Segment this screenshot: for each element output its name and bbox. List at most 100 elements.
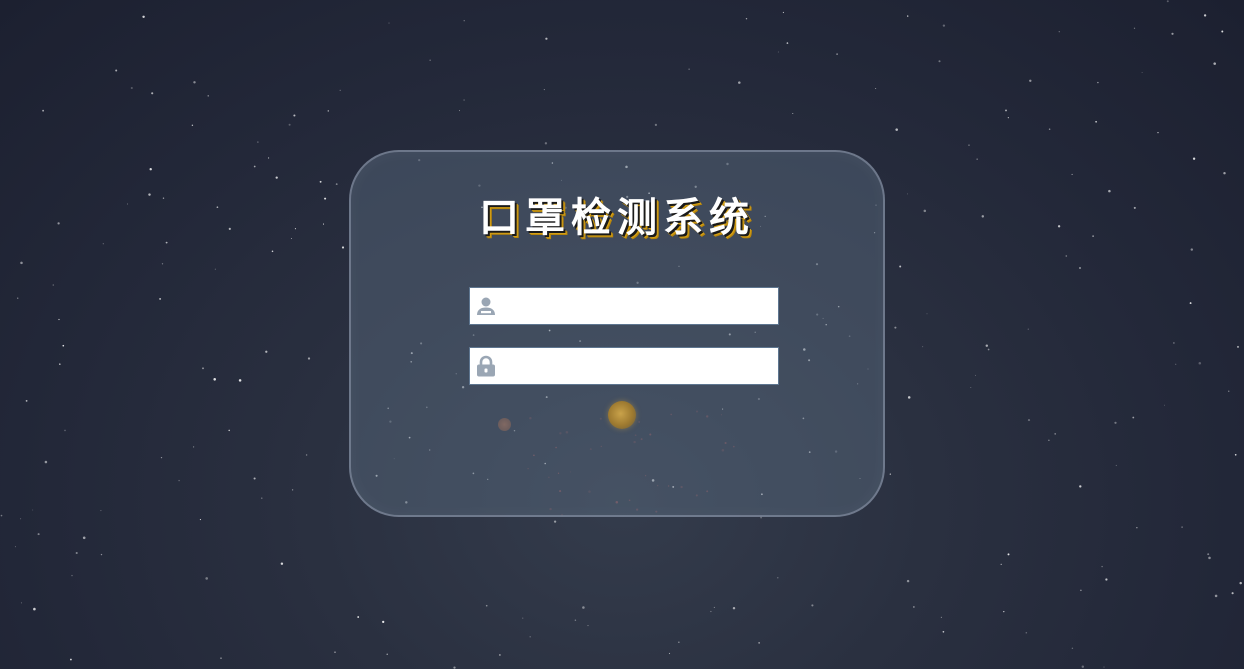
star	[738, 81, 741, 84]
star	[1114, 421, 1117, 424]
star	[543, 89, 545, 91]
star	[334, 651, 336, 653]
star	[1132, 416, 1135, 419]
star	[811, 604, 814, 607]
star	[1027, 419, 1031, 422]
star	[777, 51, 779, 53]
star	[1005, 109, 1007, 112]
star	[458, 110, 461, 112]
star	[786, 42, 789, 44]
star	[1171, 32, 1174, 35]
star	[142, 15, 145, 19]
star	[1223, 171, 1226, 175]
star	[453, 666, 456, 669]
star	[193, 81, 196, 84]
star	[291, 489, 294, 491]
star	[1234, 453, 1237, 456]
username-input[interactable]	[502, 288, 772, 324]
star	[149, 168, 152, 171]
star	[59, 363, 61, 365]
star	[1115, 464, 1117, 467]
app-title: 口罩检测系统	[479, 195, 755, 241]
star	[268, 157, 270, 159]
star	[499, 654, 501, 656]
star	[339, 89, 341, 91]
star	[151, 92, 154, 95]
star	[82, 536, 86, 540]
star	[429, 59, 431, 61]
star	[25, 399, 28, 402]
star	[1003, 611, 1005, 613]
star	[1097, 81, 1099, 84]
star	[33, 607, 36, 611]
star	[193, 446, 195, 448]
star	[574, 619, 577, 621]
star	[199, 519, 201, 521]
star	[1079, 267, 1081, 269]
star	[745, 18, 748, 20]
star	[305, 454, 308, 456]
star	[1071, 647, 1074, 649]
star	[1192, 157, 1196, 160]
star	[529, 636, 531, 638]
star	[37, 533, 40, 536]
star	[162, 197, 165, 199]
star	[1190, 248, 1194, 251]
star	[322, 223, 325, 225]
star	[1133, 206, 1136, 209]
star	[191, 124, 194, 127]
star	[889, 473, 891, 475]
star	[1025, 631, 1028, 634]
star	[57, 222, 60, 225]
star	[1029, 79, 1032, 83]
star	[906, 579, 910, 583]
star	[654, 123, 658, 127]
star	[1007, 553, 1010, 556]
star	[485, 604, 488, 607]
star	[922, 346, 924, 348]
star	[58, 318, 60, 321]
star	[288, 123, 291, 126]
star	[894, 326, 897, 329]
star	[985, 344, 989, 347]
star	[335, 183, 338, 186]
star	[216, 206, 219, 209]
star	[553, 520, 557, 523]
star	[44, 460, 48, 464]
star	[265, 350, 268, 353]
star	[100, 553, 103, 556]
star	[159, 297, 162, 300]
star	[1236, 345, 1240, 348]
star	[327, 110, 330, 112]
username-field[interactable]	[469, 287, 779, 325]
star	[261, 497, 263, 499]
star	[463, 20, 465, 22]
star	[1101, 565, 1103, 568]
star	[940, 616, 943, 619]
star	[970, 387, 972, 388]
star	[253, 165, 256, 168]
password-input[interactable]	[502, 348, 772, 384]
password-field[interactable]	[469, 347, 779, 385]
star	[357, 616, 360, 618]
star	[544, 142, 548, 145]
star	[178, 479, 180, 482]
star	[280, 562, 284, 565]
star	[130, 86, 133, 90]
star	[257, 141, 259, 143]
star	[271, 250, 274, 253]
star	[1007, 117, 1009, 119]
star	[713, 606, 715, 608]
star	[386, 653, 388, 655]
star	[899, 265, 902, 268]
star	[214, 268, 216, 270]
star	[307, 357, 311, 360]
star	[942, 24, 946, 27]
star	[275, 176, 278, 179]
star	[1175, 363, 1177, 365]
star	[161, 263, 164, 265]
star	[792, 112, 794, 114]
star	[17, 297, 19, 299]
star	[1207, 553, 1210, 556]
star	[942, 630, 945, 633]
